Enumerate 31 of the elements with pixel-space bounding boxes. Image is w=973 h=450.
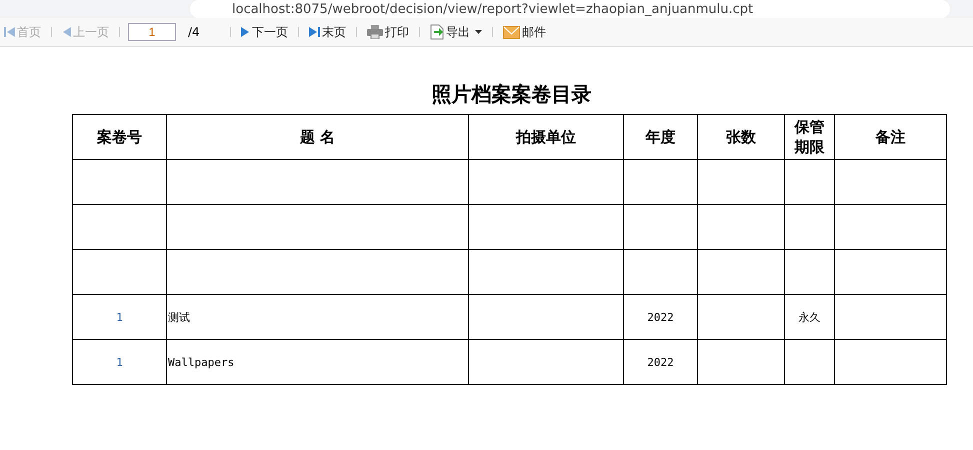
table-cell: 测试 [166,294,468,340]
print-button[interactable]: 打印 [365,24,411,40]
column-header: 保管期限 [784,114,834,160]
table-cell: 2022 [624,340,698,384]
export-button[interactable]: 导出 [428,24,484,40]
triangle-left-icon [62,26,71,38]
printer-icon [367,25,383,39]
report-title: 照片档案案卷目录 [430,81,592,108]
table-cell: 2022 [624,294,698,340]
skip-forward-icon [309,26,320,38]
address-bar[interactable]: localhost:8075/webroot/decision/view/report?viewlet=zhaopian_anjuanmulu.cpt [190,0,950,18]
table-cell: 1 [72,340,166,384]
column-header: 题 名 [166,114,468,160]
column-header: 备注 [834,114,946,160]
last-button[interactable]: 末页 [307,24,348,40]
column-header: 案卷号 [72,114,166,160]
page-total: /4 [187,25,201,39]
table-cell: Wallpapers [166,340,468,384]
column-header: 拍摄单位 [468,114,624,160]
mail-button[interactable]: 邮件 [501,24,548,40]
page-number-field[interactable]: 1 [128,23,176,41]
envelope-icon [503,26,520,38]
skip-back-icon [4,26,15,38]
column-header: 张数 [698,114,784,160]
column-header: 年度 [624,114,698,160]
caret-icon [475,30,482,34]
next-button[interactable]: 下一页 [239,24,290,40]
document-arrow-icon [430,24,444,40]
table-cell: 永久 [784,294,834,340]
triangle-right-icon [241,26,250,38]
table-cell: 1 [72,294,166,340]
